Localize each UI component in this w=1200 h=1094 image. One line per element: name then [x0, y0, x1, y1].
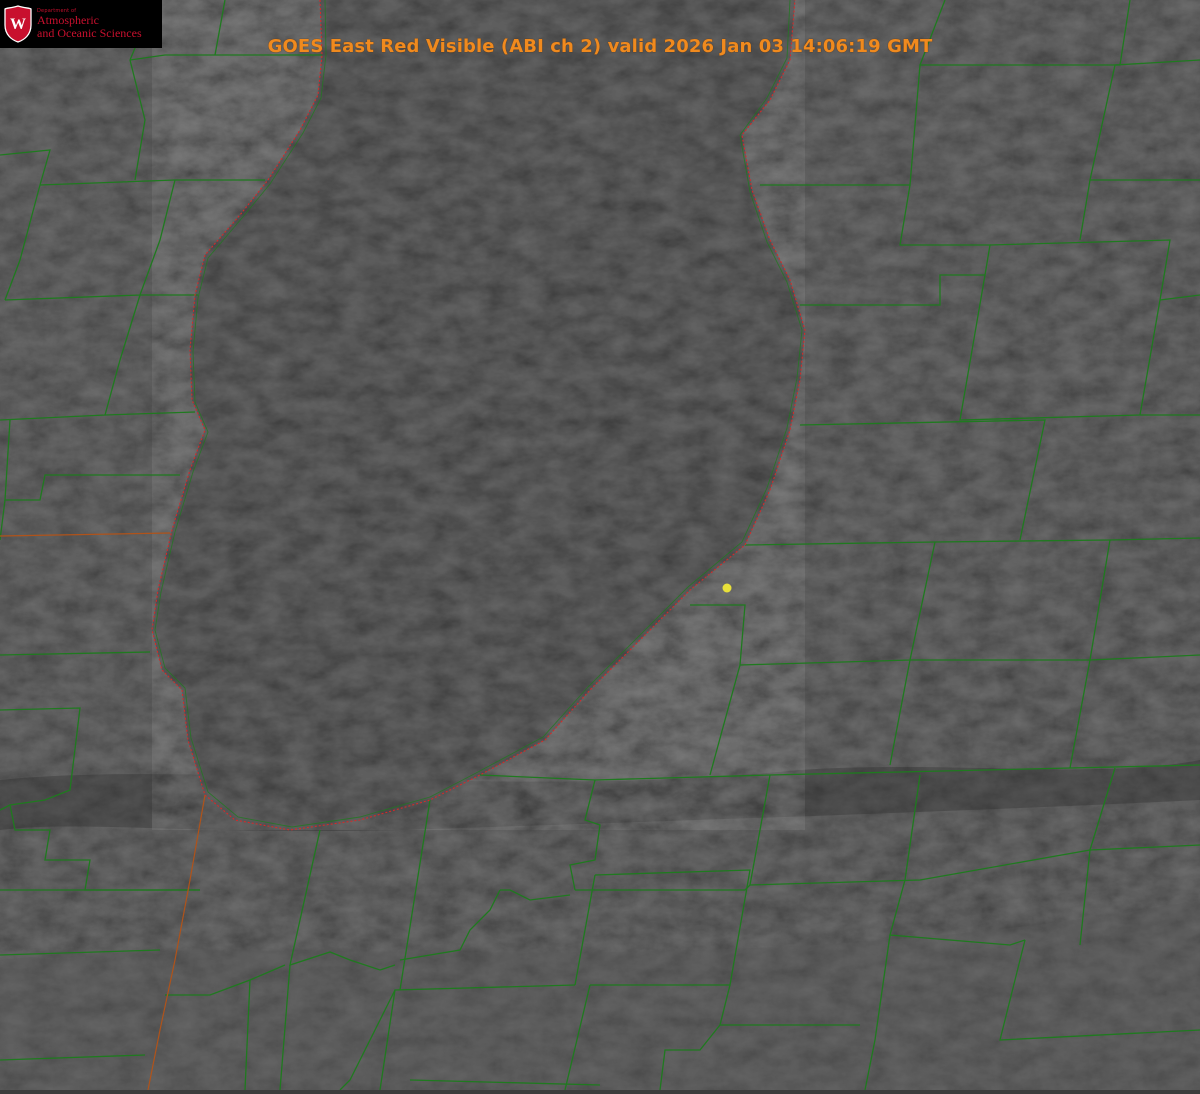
satellite-map	[0, 0, 1200, 1091]
logo-line-1: Atmospheric	[37, 13, 99, 28]
logo-text: Department of Atmospheric and Oceanic Sc…	[37, 8, 142, 39]
image-title: GOES East Red Visible (ABI ch 2) valid 2…	[0, 36, 1200, 57]
satellite-image	[0, 0, 1200, 1091]
svg-text:W: W	[10, 16, 26, 33]
location-marker	[722, 583, 732, 593]
image-title-text: GOES East Red Visible (ABI ch 2) valid 2…	[267, 36, 933, 57]
